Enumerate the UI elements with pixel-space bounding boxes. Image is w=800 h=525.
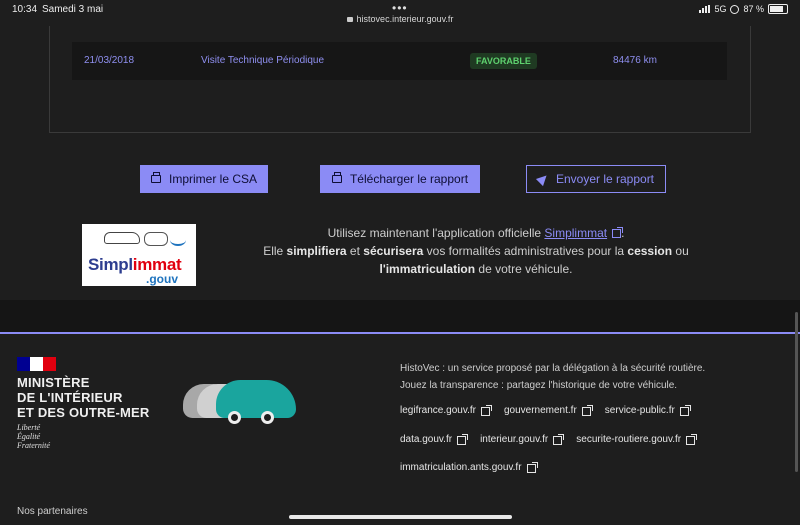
download-report-label: Télécharger le rapport	[349, 172, 469, 186]
external-link-icon	[526, 462, 538, 473]
external-link-icon	[686, 434, 698, 445]
external-link-icon	[480, 405, 492, 416]
footer-link[interactable]: securite-routiere.gouv.fr	[576, 434, 698, 445]
row-date: 21/03/2018	[84, 55, 135, 66]
external-link-icon	[457, 434, 469, 445]
home-indicator[interactable]	[289, 515, 512, 519]
partners-heading: Nos partenaires	[17, 506, 88, 517]
battery-icon	[768, 4, 788, 14]
status-badge: FAVORABLE	[470, 53, 537, 69]
printer-icon	[331, 172, 342, 183]
row-type: Visite Technique Périodique	[201, 55, 325, 66]
scrollbar[interactable]	[795, 312, 798, 472]
footer-links-row: legifrance.gouv.fr gouvernement.fr servi…	[400, 405, 703, 416]
french-flag-icon	[17, 357, 56, 371]
ministry-name[interactable]: MINISTÈRE DE L'INTÉRIEUR ET DES OUTRE-ME…	[17, 375, 149, 420]
printer-icon	[150, 172, 161, 183]
car-icon	[144, 232, 168, 246]
footer-link[interactable]: data.gouv.fr	[400, 434, 469, 445]
histovec-logo[interactable]	[183, 378, 298, 433]
row-mileage: 84476 km	[613, 55, 657, 66]
simplimmat-promo-text: Utilisez maintenant l'application offici…	[263, 226, 689, 276]
logo-gouv: .gouv	[146, 272, 178, 286]
send-icon	[535, 171, 551, 187]
more-dots-icon[interactable]: •••	[392, 1, 408, 15]
footer-link[interactable]: legifrance.gouv.fr	[400, 405, 492, 416]
battery-percent: 87 %	[743, 4, 764, 14]
footer-link[interactable]: service-public.fr	[605, 405, 691, 416]
simplimmat-logo[interactable]: Simplimmat .gouv	[82, 224, 196, 286]
footer-spacer	[0, 300, 800, 332]
signal-icon	[699, 5, 711, 13]
footer-link[interactable]: interieur.gouv.fr	[480, 434, 565, 445]
footer: MINISTÈRE DE L'INTÉRIEUR ET DES OUTRE-ME…	[0, 334, 800, 525]
status-bar: 10:34 Samedi 3 mai ••• histovec.interieu…	[0, 0, 800, 28]
motorbike-icon	[170, 234, 186, 246]
footer-link[interactable]: immatriculation.ants.gouv.fr	[400, 462, 538, 473]
print-csa-button[interactable]: Imprimer le CSA	[140, 165, 268, 193]
footer-link[interactable]: gouvernement.fr	[504, 405, 593, 416]
system-indicators: 5G 87 %	[699, 4, 788, 14]
external-link-icon	[612, 227, 624, 238]
print-csa-label: Imprimer le CSA	[168, 172, 257, 186]
url-text: histovec.interieur.gouv.fr	[356, 14, 454, 24]
footer-links-row: immatriculation.ants.gouv.fr	[400, 462, 550, 473]
lock-icon	[346, 17, 353, 22]
external-link-icon	[581, 405, 593, 416]
orientation-lock-icon	[730, 4, 740, 14]
car-icon	[104, 232, 140, 244]
table-row: 21/03/2018 Visite Technique Périodique F…	[72, 42, 727, 80]
address-bar[interactable]: histovec.interieur.gouv.fr	[0, 14, 800, 24]
external-link-icon	[679, 405, 691, 416]
download-report-button[interactable]: Télécharger le rapport	[320, 165, 480, 193]
send-report-label: Envoyer le rapport	[555, 172, 655, 186]
send-report-button[interactable]: Envoyer le rapport	[526, 165, 666, 193]
footer-links-row: data.gouv.fr interieur.gouv.fr securite-…	[400, 434, 709, 445]
footer-description: HistoVec : un service proposé par la dél…	[400, 363, 706, 391]
republic-motto: Liberté Égalité Fraternité	[17, 423, 50, 450]
simplimmat-link[interactable]: Simplimmat	[544, 226, 607, 240]
external-link-icon	[553, 434, 565, 445]
network-label: 5G	[714, 4, 727, 14]
